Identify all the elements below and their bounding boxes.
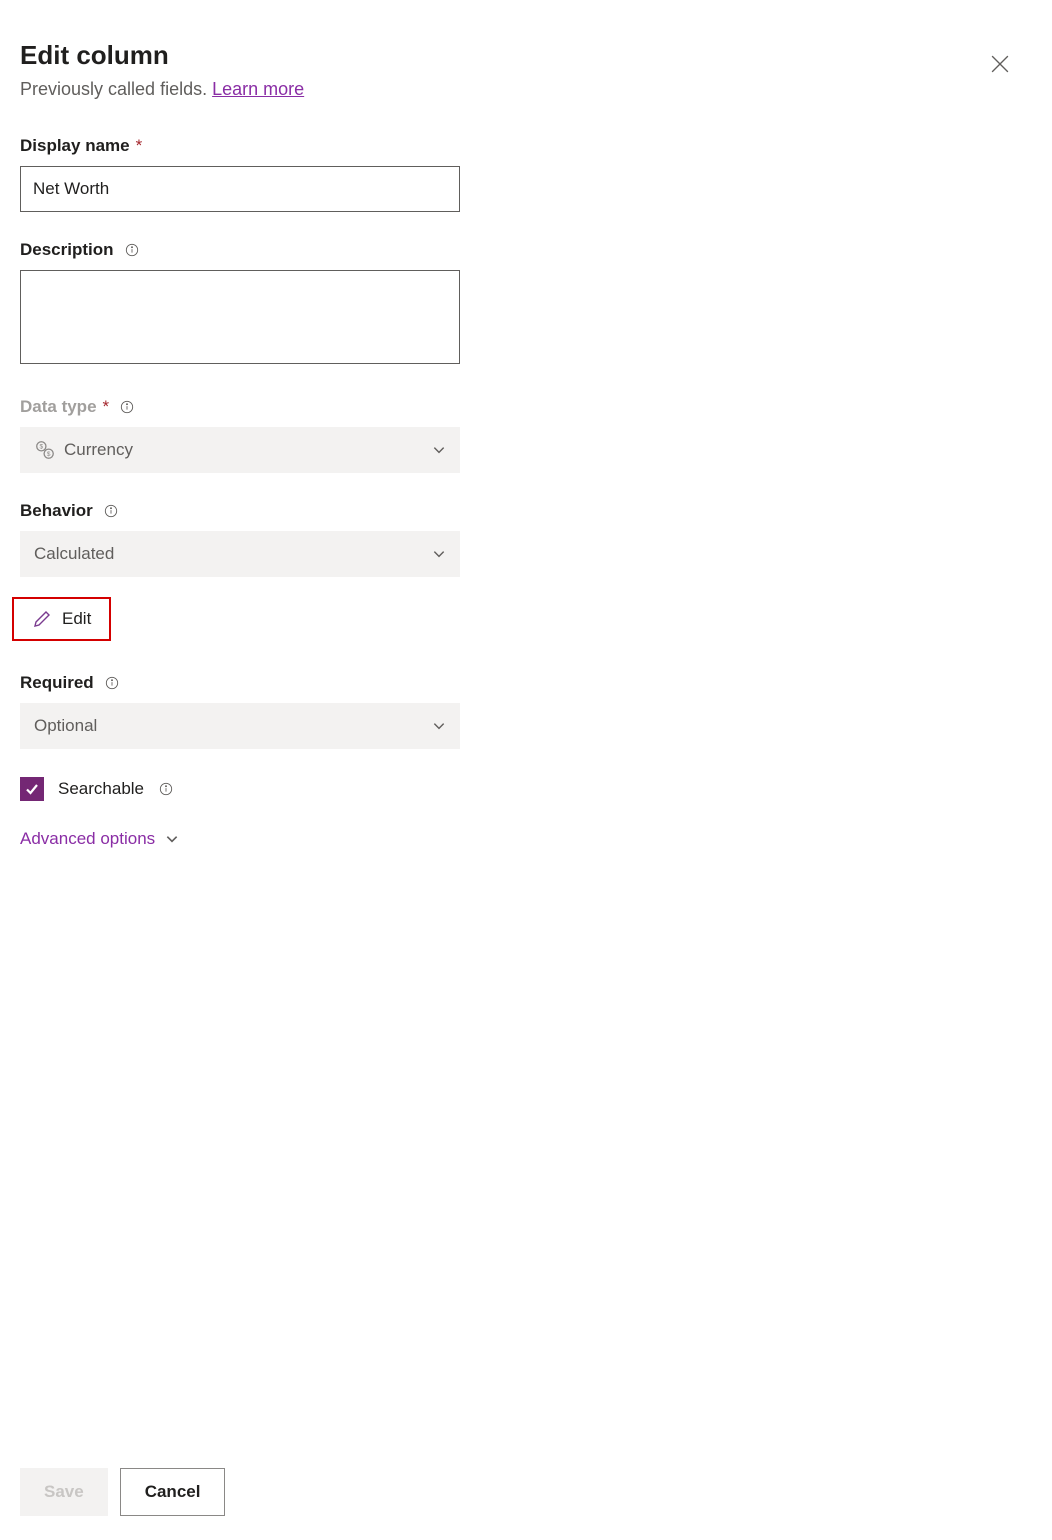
searchable-checkbox[interactable] (20, 777, 44, 801)
required-asterisk: * (136, 136, 143, 156)
chevron-down-icon (432, 719, 446, 733)
cancel-button[interactable]: Cancel (120, 1468, 226, 1516)
description-input[interactable] (20, 270, 460, 364)
close-icon (991, 55, 1009, 73)
currency-icon: $ $ (34, 439, 56, 461)
chevron-down-icon (432, 443, 446, 457)
behavior-label: Behavior (20, 501, 460, 521)
advanced-options-toggle[interactable]: Advanced options (20, 829, 460, 849)
info-icon[interactable] (103, 503, 119, 519)
check-icon (24, 781, 40, 797)
info-icon[interactable] (158, 781, 174, 797)
required-asterisk: * (103, 397, 110, 417)
info-icon[interactable] (124, 242, 140, 258)
pencil-icon (32, 609, 52, 629)
searchable-label: Searchable (58, 779, 174, 799)
display-name-input[interactable] (20, 166, 460, 212)
chevron-down-icon (165, 832, 179, 846)
panel-title: Edit column (20, 40, 304, 71)
required-label: Required (20, 673, 460, 693)
data-type-dropdown: $ $ Currency (20, 427, 460, 473)
chevron-down-icon (432, 547, 446, 561)
display-name-label: Display name * (20, 136, 460, 156)
edit-button[interactable]: Edit (12, 597, 111, 641)
required-dropdown: Optional (20, 703, 460, 749)
svg-text:$: $ (40, 444, 44, 451)
learn-more-link[interactable]: Learn more (212, 79, 304, 99)
save-button: Save (20, 1468, 108, 1516)
info-icon[interactable] (104, 675, 120, 691)
close-button[interactable] (984, 48, 1016, 80)
behavior-dropdown: Calculated (20, 531, 460, 577)
description-label: Description (20, 240, 460, 260)
data-type-label: Data type * (20, 397, 460, 417)
svg-text:$: $ (47, 451, 51, 458)
info-icon[interactable] (119, 399, 135, 415)
panel-subtitle: Previously called fields. Learn more (20, 79, 304, 100)
